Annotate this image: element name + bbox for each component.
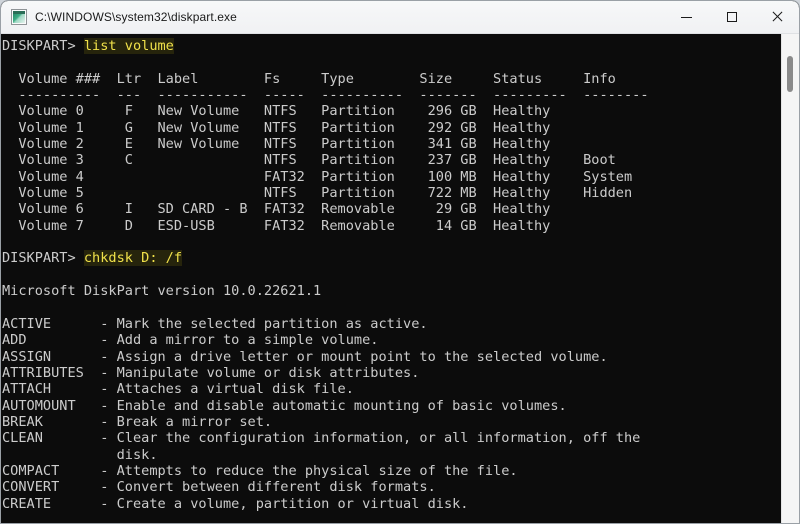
console-app-icon xyxy=(11,9,27,25)
console-command-line: DISKPART> chkdsk D: /f xyxy=(2,250,781,267)
console-line: COMPACT - Attempts to reduce the physica… xyxy=(2,462,518,479)
console-output[interactable]: DISKPART> list volume Volume ### Ltr Lab… xyxy=(1,34,781,523)
console-prompt: DISKPART> xyxy=(2,38,84,54)
console-line: Microsoft DiskPart version 10.0.22621.1 xyxy=(2,283,322,300)
console-line: ---------- --- ----------- ----- -------… xyxy=(2,87,649,104)
diskpart-window: C:\WINDOWS\system32\diskpart.exe DISKPAR… xyxy=(0,0,800,524)
console-line: CLEAN - Clear the configuration informat… xyxy=(2,430,641,447)
console-line: ASSIGN - Assign a drive letter or mount … xyxy=(2,348,608,365)
close-button[interactable] xyxy=(754,1,799,33)
console-line: ATTACH - Attaches a virtual disk file. xyxy=(2,381,354,398)
console-line: Volume 3 C NTFS Partition 237 GB Healthy… xyxy=(2,152,616,169)
vertical-scrollbar[interactable] xyxy=(781,34,799,523)
minimize-icon xyxy=(681,16,692,18)
window-controls xyxy=(664,1,799,33)
close-icon xyxy=(771,11,783,23)
title-bar[interactable]: C:\WINDOWS\system32\diskpart.exe xyxy=(1,1,799,34)
console-area[interactable]: DISKPART> list volume Volume ### Ltr Lab… xyxy=(1,34,799,523)
console-line: Volume 5 NTFS Partition 722 MB Healthy H… xyxy=(2,185,633,202)
console-line: ACTIVE - Mark the selected partition as … xyxy=(2,315,428,332)
console-line: CREATE - Create a volume, partition or v… xyxy=(2,495,469,512)
console-line: BREAK - Break a mirror set. xyxy=(2,413,273,430)
minimize-button[interactable] xyxy=(664,1,709,33)
console-line: Volume ### Ltr Label Fs Type Size Status… xyxy=(2,70,616,87)
console-line: Volume 7 D ESD-USB FAT32 Removable 14 GB… xyxy=(2,217,551,234)
console-line: disk. xyxy=(2,446,158,463)
console-line: AUTOMOUNT - Enable and disable automatic… xyxy=(2,397,567,414)
window-title: C:\WINDOWS\system32\diskpart.exe xyxy=(35,10,237,24)
maximize-icon xyxy=(726,12,737,22)
console-line: Volume 6 I SD CARD - B FAT32 Removable 2… xyxy=(2,201,551,218)
console-prompt: DISKPART> xyxy=(2,250,84,267)
console-line: Volume 1 G New Volume NTFS Partition 292… xyxy=(2,119,551,136)
console-line: CONVERT - Convert between different disk… xyxy=(2,479,436,496)
maximize-button[interactable] xyxy=(709,1,754,33)
console-line: Volume 0 F New Volume NTFS Partition 296… xyxy=(2,103,551,120)
console-line: ATTRIBUTES - Manipulate volume or disk a… xyxy=(2,364,420,381)
console-line: ADD - Add a mirror to a simple volume. xyxy=(2,332,379,349)
console-command-line: DISKPART> list volume xyxy=(2,38,781,54)
console-line: Volume 4 FAT32 Partition 100 MB Healthy … xyxy=(2,168,633,185)
console-command-text: list volume xyxy=(83,38,174,54)
console-command-text: chkdsk D: /f xyxy=(83,250,183,267)
scrollbar-thumb[interactable] xyxy=(787,56,793,92)
console-line: Volume 2 E New Volume NTFS Partition 341… xyxy=(2,136,551,153)
